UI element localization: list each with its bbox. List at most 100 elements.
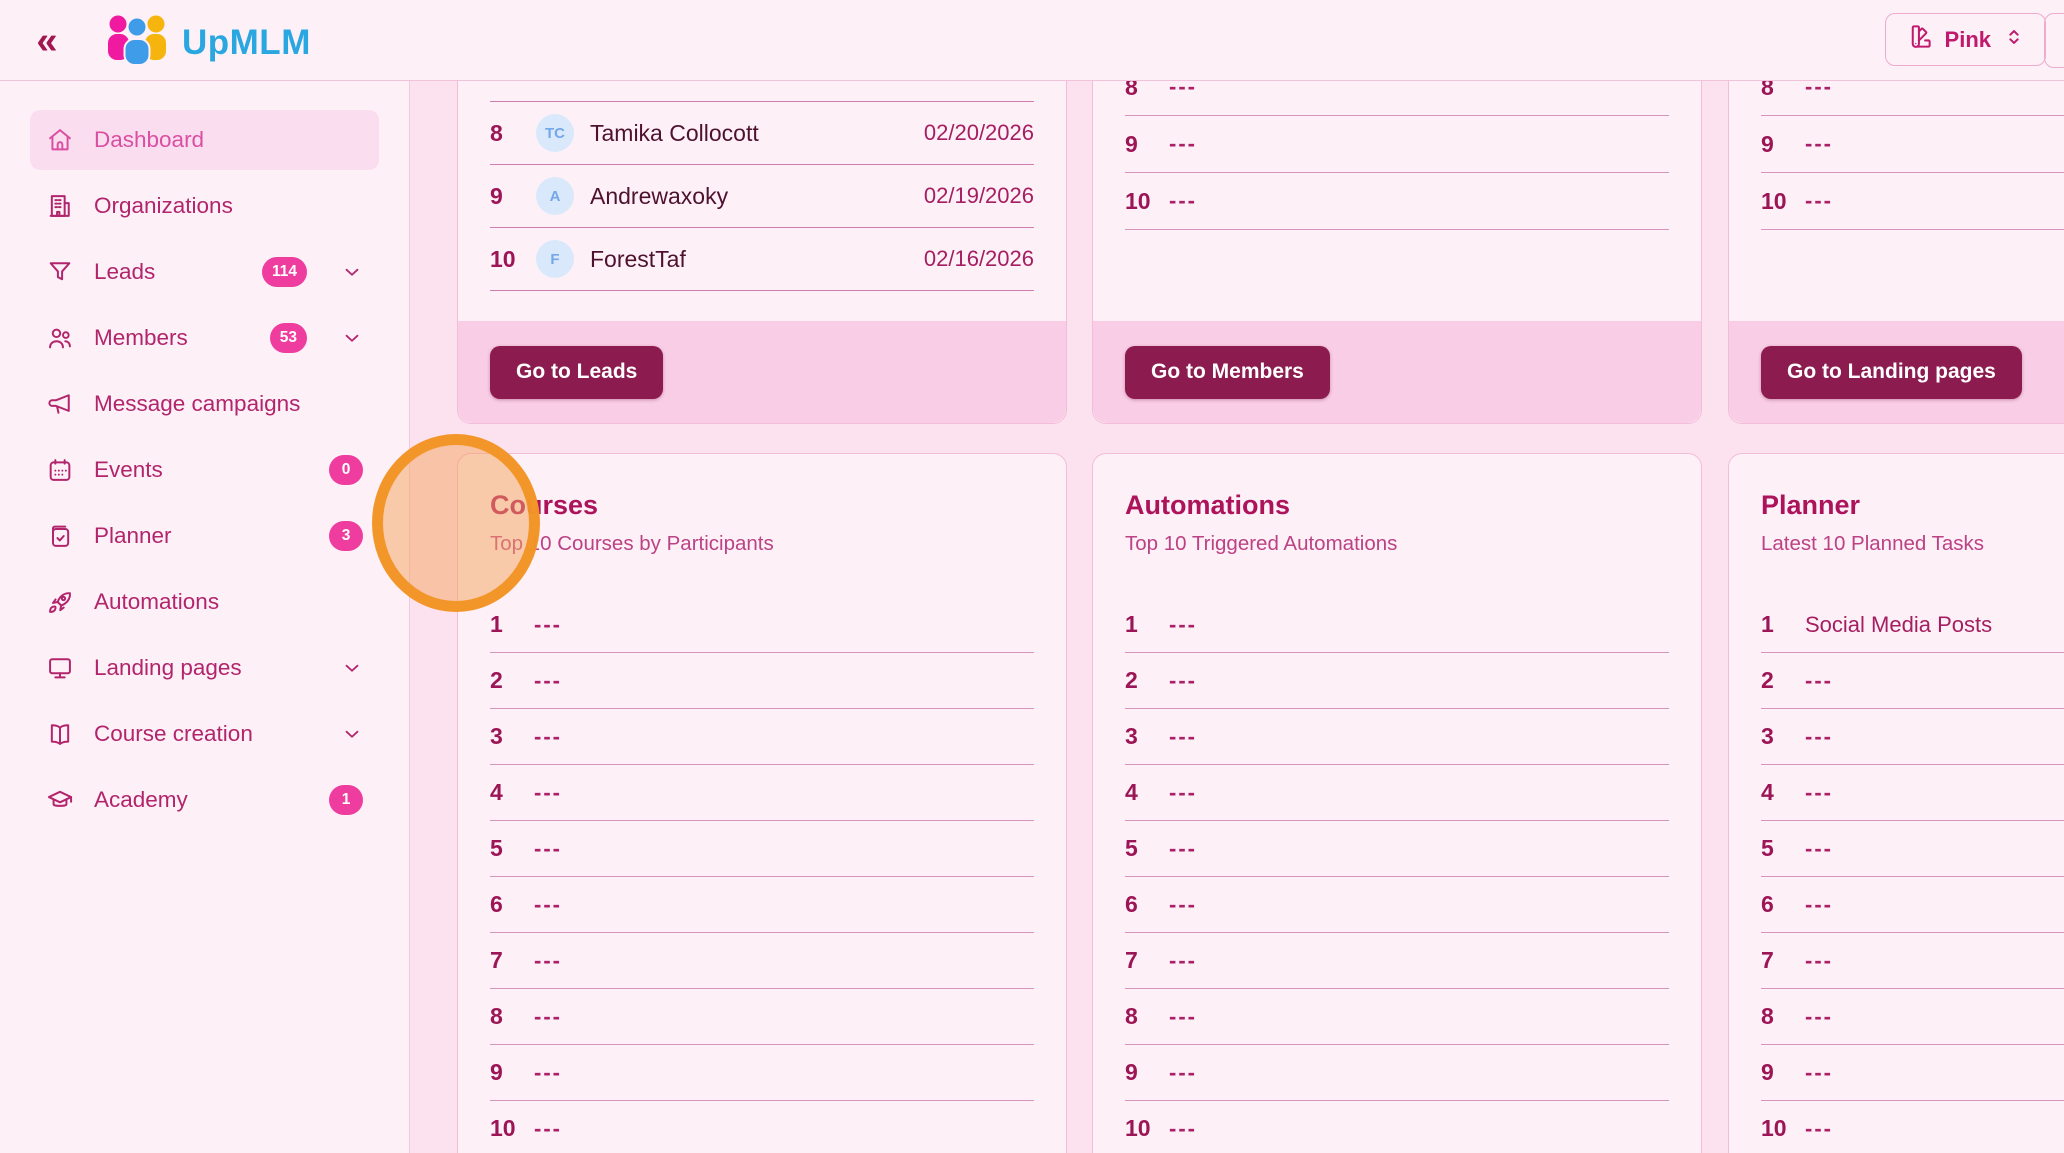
sidebar-item-organizations[interactable]: Organizations: [30, 176, 379, 236]
empty-value: ---: [1805, 668, 1833, 694]
empty-value: ---: [534, 1004, 562, 1030]
double-chevron-left-icon: «: [36, 20, 57, 62]
sidebar-item-message-campaigns[interactable]: Message campaigns: [30, 374, 379, 434]
list-item[interactable]: 9 A Andrewaxoky 02/19/2026: [490, 165, 1034, 228]
empty-value: ---: [534, 780, 562, 806]
row-number: 9: [1761, 1059, 1805, 1086]
list-item: 10---: [1125, 1101, 1669, 1153]
avatar: F: [536, 240, 574, 278]
header-extra-button[interactable]: [2044, 13, 2064, 68]
row-number: 5: [1761, 835, 1805, 862]
list-item: 1---: [1125, 597, 1669, 653]
sidebar-item-members[interactable]: Members 53: [30, 308, 379, 368]
list-item: 8---: [1761, 989, 2064, 1045]
chevron-down-icon[interactable]: [341, 327, 363, 349]
sidebar-item-label: Events: [94, 457, 163, 483]
chevron-down-icon[interactable]: [341, 657, 363, 679]
lead-name: Tamika Collocott: [590, 120, 759, 147]
row-number: 9: [490, 183, 520, 210]
list-item: 5---: [1125, 821, 1669, 877]
empty-value: ---: [1169, 724, 1197, 750]
building-icon: [46, 192, 74, 220]
empty-value: ---: [1169, 892, 1197, 918]
empty-value: ---: [1805, 1004, 1833, 1030]
open-book-icon: [46, 720, 74, 748]
sidebar-item-events[interactable]: Events 0: [30, 440, 379, 500]
sidebar-collapse-button[interactable]: «: [24, 18, 70, 64]
list-item: 6---: [1761, 877, 2064, 933]
go-to-landing-pages-button[interactable]: Go to Landing pages: [1761, 346, 2022, 399]
task-name: Social Media Posts: [1805, 612, 1992, 638]
list-item: 7---: [1761, 933, 2064, 989]
empty-value: ---: [1805, 188, 1833, 214]
row-number: 2: [1125, 667, 1169, 694]
empty-value: ---: [534, 1116, 562, 1142]
row-number: 6: [1125, 891, 1169, 918]
sidebar-item-leads[interactable]: Leads 114: [30, 242, 379, 302]
lead-name: Andrewaxoky: [590, 183, 728, 210]
theme-selector[interactable]: Pink: [1885, 13, 2046, 66]
app-logo[interactable]: UpMLM: [104, 12, 311, 73]
go-to-members-button[interactable]: Go to Members: [1125, 346, 1330, 399]
lead-date: 02/16/2026: [924, 246, 1034, 272]
sidebar-item-label: Members: [94, 325, 188, 351]
updown-chevron-icon: [2003, 26, 2025, 54]
empty-value: ---: [534, 724, 562, 750]
planner-list: 1Social Media Posts 2--- 3--- 4--- 5--- …: [1761, 597, 2064, 1153]
sidebar: Dashboard Organizations Leads 114 Member…: [0, 80, 410, 1153]
sidebar-item-academy[interactable]: Academy 1: [30, 770, 379, 830]
sidebar-item-dashboard[interactable]: Dashboard: [30, 110, 379, 170]
chevron-down-icon[interactable]: [341, 261, 363, 283]
sidebar-item-automations[interactable]: Automations: [30, 572, 379, 632]
empty-value: ---: [1805, 892, 1833, 918]
list-item[interactable]: 10 F ForestTaf 02/16/2026: [490, 228, 1034, 291]
empty-value: ---: [1169, 948, 1197, 974]
courses-list: 1--- 2--- 3--- 4--- 5--- 6--- 7--- 8--- …: [490, 597, 1034, 1153]
card-footer: Go to Leads: [458, 321, 1066, 423]
row-number: 8: [1125, 1003, 1169, 1030]
empty-value: ---: [1805, 780, 1833, 806]
row-number: 9: [1125, 1059, 1169, 1086]
app: « UpMLM: [0, 0, 2064, 1153]
card-subtitle: Top 10 Triggered Automations: [1125, 532, 1397, 556]
row-number: 10: [490, 1115, 534, 1142]
list-item-partial: [490, 80, 1034, 102]
row-number: 10: [490, 246, 520, 273]
go-to-leads-button[interactable]: Go to Leads: [490, 346, 663, 399]
row-number: 1: [1125, 611, 1169, 638]
empty-value: ---: [1169, 668, 1197, 694]
list-item: 10---: [1761, 1101, 2064, 1153]
list-item: 8---: [490, 989, 1034, 1045]
app-header: « UpMLM: [0, 0, 2064, 81]
home-icon: [46, 126, 74, 154]
empty-value: ---: [534, 892, 562, 918]
rocket-icon: [46, 588, 74, 616]
count-badge: 0: [329, 455, 363, 485]
sidebar-item-course-creation[interactable]: Course creation: [30, 704, 379, 764]
list-item: 2---: [490, 653, 1034, 709]
empty-value: ---: [1169, 188, 1197, 214]
sidebar-item-landing-pages[interactable]: Landing pages: [30, 638, 379, 698]
empty-value: ---: [1805, 948, 1833, 974]
lead-name: ForestTaf: [590, 246, 686, 273]
sidebar-item-label: Landing pages: [94, 655, 242, 681]
row-number: 1: [1761, 611, 1805, 638]
row-number: 7: [490, 947, 534, 974]
list-item[interactable]: 1Social Media Posts: [1761, 597, 2064, 653]
sidebar-item-label: Planner: [94, 523, 172, 549]
list-item: 4---: [490, 765, 1034, 821]
list-item: 1---: [490, 597, 1034, 653]
count-badge: 3: [329, 521, 363, 551]
sidebar-item-planner[interactable]: Planner 3: [30, 506, 379, 566]
row-number: 2: [1761, 667, 1805, 694]
row-number: 10: [1125, 1115, 1169, 1142]
empty-value: ---: [534, 1060, 562, 1086]
theme-selector-value: Pink: [1945, 27, 1991, 53]
row-number: 3: [1125, 723, 1169, 750]
row-number: 8: [490, 120, 520, 147]
list-item: 2---: [1761, 653, 2064, 709]
row-number: 10: [1125, 188, 1169, 215]
chevron-down-icon[interactable]: [341, 723, 363, 745]
list-item[interactable]: 8 TC Tamika Collocott 02/20/2026: [490, 102, 1034, 165]
list-item: 4---: [1761, 765, 2064, 821]
